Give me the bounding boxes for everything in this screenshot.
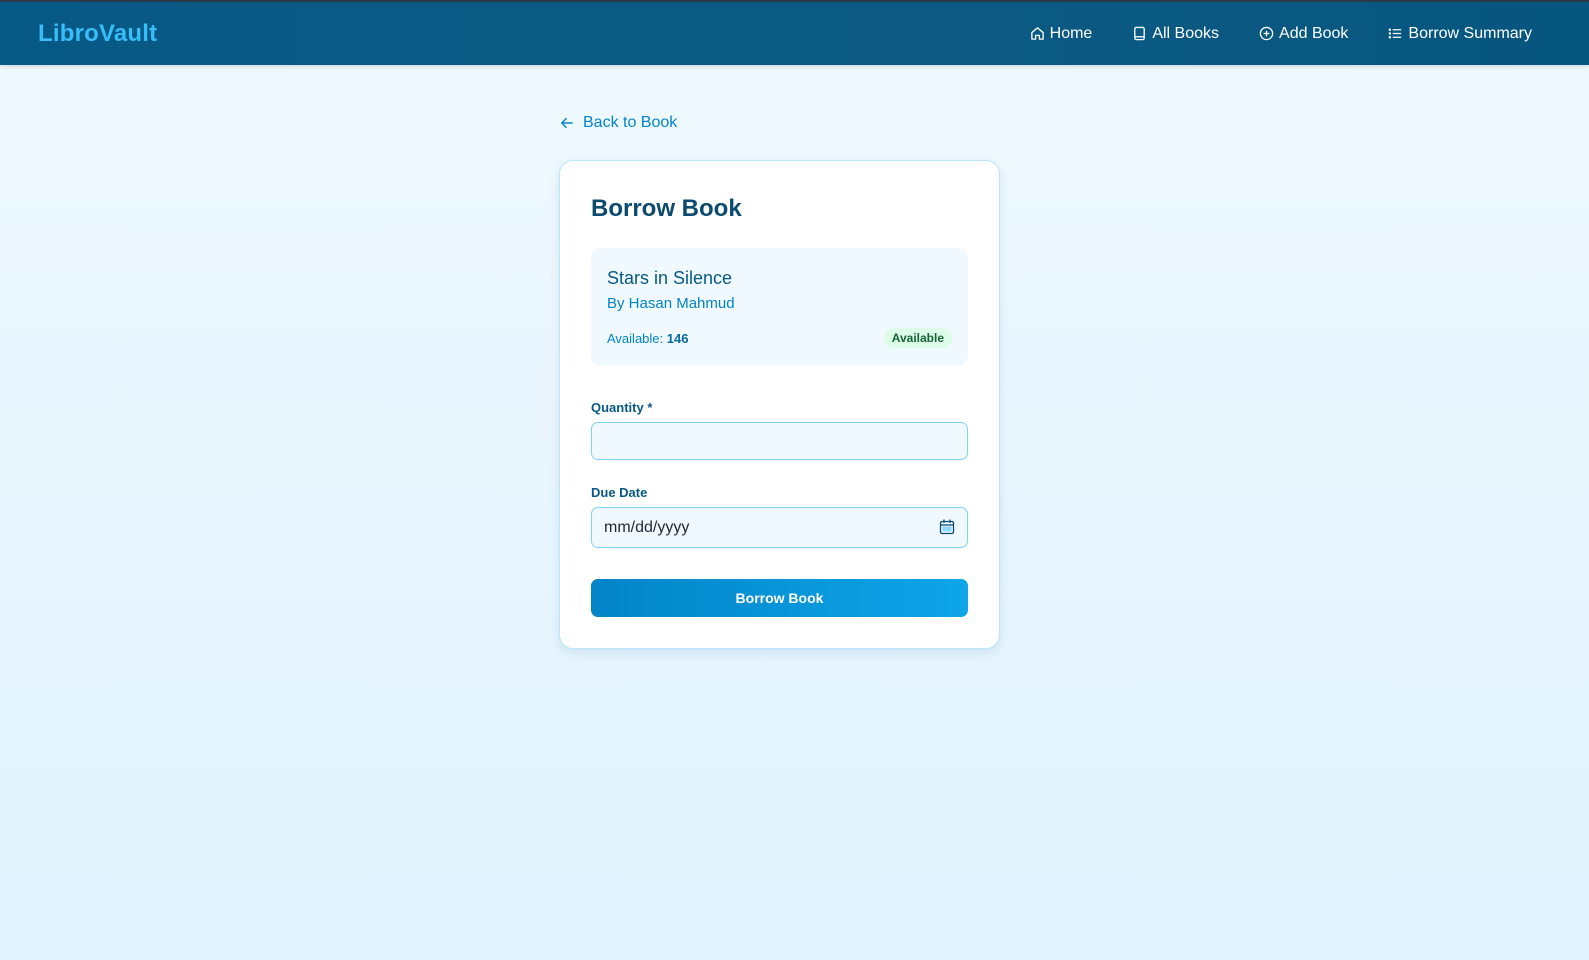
- back-to-book-link[interactable]: Back to Book: [560, 114, 677, 132]
- status-badge: Available: [883, 328, 952, 348]
- due-date-placeholder: mm/dd/yyyy: [604, 518, 690, 536]
- quantity-label: Quantity *: [591, 400, 653, 415]
- nav-home-link[interactable]: Home: [1030, 24, 1093, 43]
- calendar-icon[interactable]: [939, 518, 955, 535]
- arrow-left-icon: [561, 117, 573, 129]
- nav-add-book-label: Add Book: [1279, 24, 1349, 42]
- page-title: Borrow Book: [591, 195, 742, 222]
- home-icon: [1030, 27, 1044, 40]
- navbar: LibroVault Home All Books Add Book Borro…: [0, 0, 1589, 65]
- availability-count: 146: [666, 331, 689, 346]
- borrow-book-button[interactable]: Borrow Book: [591, 579, 968, 617]
- nav-add-book-link[interactable]: Add Book: [1259, 25, 1348, 43]
- book-summary: Stars in Silence By Hasan Mahmud Availab…: [591, 248, 968, 366]
- nav-borrow-summary-link[interactable]: Borrow Summary: [1388, 25, 1532, 43]
- quantity-input[interactable]: [591, 422, 968, 460]
- book-author: By Hasan Mahmud: [607, 295, 735, 312]
- book-title: Stars in Silence: [607, 268, 733, 288]
- back-to-book-label: Back to Book: [583, 114, 678, 131]
- book-icon: [1134, 26, 1146, 41]
- nav-links: Home All Books Add Book Borrow Summary: [1030, 25, 1532, 43]
- list-icon: [1389, 28, 1402, 39]
- due-date-input[interactable]: mm/dd/yyyy: [591, 507, 968, 548]
- nav-home-label: Home: [1049, 24, 1093, 42]
- nav-borrow-summary-label: Borrow Summary: [1408, 24, 1532, 42]
- brand-logo[interactable]: LibroVault: [38, 20, 157, 48]
- due-date-label: Due Date: [591, 485, 648, 500]
- nav-all-books-label: All Books: [1152, 24, 1220, 42]
- availability-label: Available:: [607, 331, 667, 346]
- borrow-card: Borrow Book Stars in Silence By Hasan Ma…: [559, 160, 1000, 649]
- plus-circle-icon: [1259, 26, 1274, 41]
- nav-all-books-link[interactable]: All Books: [1132, 25, 1219, 43]
- book-availability: Available: 146: [607, 331, 688, 346]
